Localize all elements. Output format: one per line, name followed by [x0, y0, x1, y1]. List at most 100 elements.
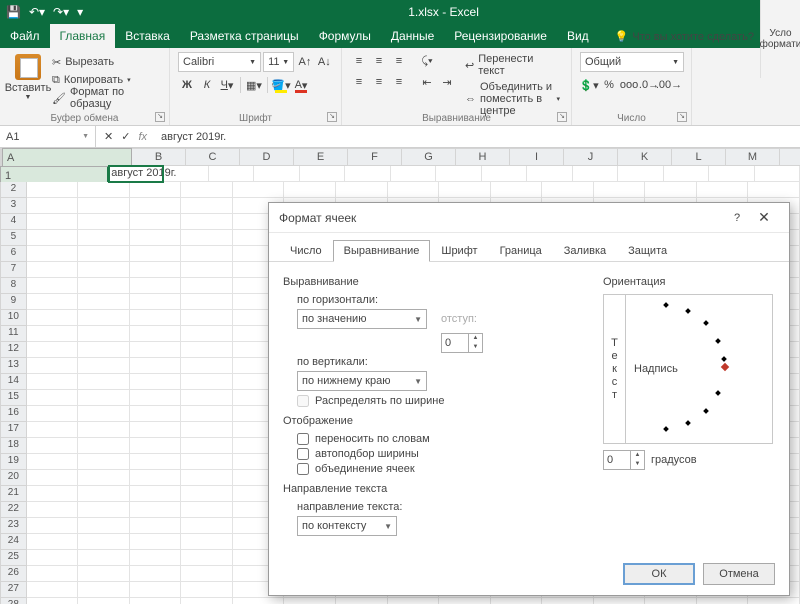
col-header-F[interactable]: F	[348, 148, 402, 166]
dtab-border[interactable]: Граница	[489, 240, 553, 262]
cell[interactable]	[345, 166, 390, 182]
dialog-launcher-icon[interactable]: ↘	[155, 112, 165, 122]
wrap-text-button[interactable]: ↩Перенести текст	[462, 52, 563, 78]
cell[interactable]	[78, 438, 130, 454]
spin-down-icon[interactable]: ▼	[469, 343, 482, 352]
cell[interactable]	[709, 166, 754, 182]
close-icon[interactable]: ✕	[749, 209, 779, 226]
cell[interactable]	[78, 358, 130, 374]
increase-font-icon[interactable]: A↑	[296, 53, 313, 71]
cell[interactable]	[130, 502, 182, 518]
decrease-indent-icon[interactable]: ⇤	[418, 73, 436, 91]
cell[interactable]	[181, 214, 233, 230]
cell[interactable]	[181, 358, 233, 374]
name-box-input[interactable]	[6, 131, 66, 143]
cell[interactable]	[130, 342, 182, 358]
cell[interactable]	[27, 374, 79, 390]
row-header[interactable]: 2	[0, 182, 27, 198]
cell[interactable]	[542, 598, 594, 604]
col-header-D[interactable]: D	[240, 148, 294, 166]
cell[interactable]	[436, 166, 481, 182]
cell[interactable]	[27, 198, 79, 214]
cell[interactable]	[336, 598, 388, 604]
cell[interactable]	[130, 486, 182, 502]
col-header-N[interactable]: N	[780, 148, 800, 166]
row-header[interactable]: 27	[0, 582, 27, 598]
orientation-dial[interactable]: Надпись	[626, 295, 772, 443]
cell[interactable]	[27, 230, 79, 246]
row-header[interactable]: 20	[0, 470, 27, 486]
cell[interactable]	[78, 582, 130, 598]
cell[interactable]	[130, 278, 182, 294]
cell[interactable]	[130, 550, 182, 566]
cell[interactable]	[27, 438, 79, 454]
cell[interactable]	[27, 598, 79, 604]
row-header[interactable]: 16	[0, 406, 27, 422]
shrink-fit-checkbox[interactable]: автоподбор ширины	[297, 448, 583, 460]
dtab-fill[interactable]: Заливка	[553, 240, 617, 262]
cell[interactable]	[181, 182, 233, 198]
col-header-I[interactable]: I	[510, 148, 564, 166]
cell[interactable]	[130, 518, 182, 534]
row-header[interactable]: 21	[0, 486, 27, 502]
cell[interactable]	[78, 198, 130, 214]
cell[interactable]	[618, 166, 663, 182]
redo-icon[interactable]: ↷▾	[53, 5, 69, 19]
row-header[interactable]: 24	[0, 534, 27, 550]
cell[interactable]	[27, 534, 79, 550]
cell[interactable]	[130, 374, 182, 390]
cell[interactable]	[645, 598, 697, 604]
cell[interactable]	[254, 166, 299, 182]
cell[interactable]	[130, 406, 182, 422]
cell[interactable]	[78, 454, 130, 470]
ok-button[interactable]: ОК	[623, 563, 695, 585]
cell[interactable]	[78, 214, 130, 230]
cell[interactable]	[181, 390, 233, 406]
cell[interactable]	[755, 166, 800, 182]
cell[interactable]	[27, 582, 79, 598]
cell[interactable]	[27, 550, 79, 566]
cell[interactable]	[664, 166, 709, 182]
align-center-icon[interactable]: ≡	[370, 73, 388, 91]
cell[interactable]	[78, 518, 130, 534]
cell[interactable]	[391, 166, 436, 182]
cell[interactable]	[78, 374, 130, 390]
cell[interactable]	[78, 422, 130, 438]
accounting-format-icon[interactable]: 💲▾	[580, 76, 598, 94]
cell[interactable]	[27, 342, 79, 358]
underline-button[interactable]: Ч▾	[218, 76, 236, 94]
cell[interactable]	[181, 374, 233, 390]
cell[interactable]	[181, 566, 233, 582]
cell[interactable]	[27, 278, 79, 294]
cell[interactable]	[748, 598, 800, 604]
cell[interactable]	[27, 326, 79, 342]
cell[interactable]	[594, 598, 646, 604]
decrease-font-icon[interactable]: A↓	[316, 53, 333, 71]
increase-indent-icon[interactable]: ⇥	[438, 73, 456, 91]
cell[interactable]	[181, 278, 233, 294]
indent-spinner[interactable]: ▲▼	[441, 333, 483, 353]
row-header[interactable]: 19	[0, 454, 27, 470]
cell[interactable]	[27, 422, 79, 438]
row-header[interactable]: 26	[0, 566, 27, 582]
cell[interactable]	[181, 550, 233, 566]
row-header[interactable]: 8	[0, 278, 27, 294]
dialog-launcher-icon[interactable]: ↘	[677, 112, 687, 122]
cell[interactable]	[181, 342, 233, 358]
dtab-protection[interactable]: Защита	[617, 240, 678, 262]
cell[interactable]	[130, 534, 182, 550]
col-header-G[interactable]: G	[402, 148, 456, 166]
merge-cells-checkbox[interactable]: объединение ячеек	[297, 463, 583, 475]
cell[interactable]	[130, 582, 182, 598]
cell[interactable]	[78, 534, 130, 550]
cell[interactable]	[130, 326, 182, 342]
tab-data[interactable]: Данные	[381, 24, 444, 48]
cell[interactable]	[27, 358, 79, 374]
cell[interactable]	[27, 182, 79, 198]
cell[interactable]	[181, 486, 233, 502]
cell[interactable]	[78, 326, 130, 342]
cell[interactable]	[209, 166, 254, 182]
cell[interactable]	[697, 182, 749, 198]
cell[interactable]	[748, 182, 800, 198]
orientation-icon[interactable]: ⤹▾	[418, 52, 436, 70]
